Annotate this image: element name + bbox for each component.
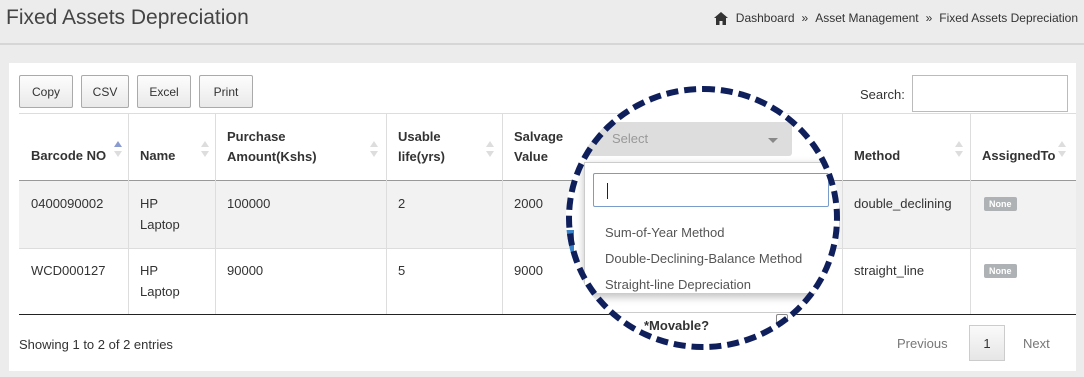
cell-salvage-value: 2000 — [514, 196, 543, 211]
movable-checkbox[interactable] — [776, 314, 788, 326]
cell-method: straight_line — [854, 263, 925, 278]
sort-icon[interactable] — [955, 141, 963, 157]
cell-name: HP Laptop — [140, 263, 180, 299]
column-header-label: AssignedTo — [982, 148, 1056, 163]
zoom-divider — [612, 312, 802, 313]
cell-name: HP Laptop — [140, 196, 180, 232]
breadcrumb: Dashboard » Asset Management » Fixed Ass… — [713, 11, 1078, 25]
column-header-label: Usable life(yrs) — [398, 129, 445, 164]
column-header-label: Purchase Amount(Kshs) — [227, 129, 317, 164]
cell-usable-life: 5 — [398, 263, 406, 278]
sort-icon[interactable] — [201, 141, 209, 157]
page-title: Fixed Assets Depreciation — [6, 6, 249, 29]
column-header-label: Salvage Value — [514, 129, 564, 164]
status-badge: None — [984, 197, 1017, 211]
header-divider — [0, 43, 1084, 45]
column-header-usable-life[interactable]: Usable life(yrs) — [386, 113, 471, 181]
table-bottom-border — [19, 314, 1076, 315]
method-select[interactable]: Select — [588, 122, 792, 156]
column-header-label: Name — [140, 148, 176, 163]
breadcrumb-separator: » — [801, 11, 809, 25]
column-header-barcode[interactable]: Barcode NO — [19, 113, 128, 181]
home-icon[interactable] — [713, 11, 728, 25]
chevron-down-icon[interactable] — [768, 138, 778, 143]
column-header-salvage-value[interactable]: Salvage Value — [502, 113, 572, 181]
breadcrumb-dashboard[interactable]: Dashboard — [736, 11, 795, 25]
dropdown-option-straight-line[interactable]: Straight-line Depreciation — [605, 277, 751, 292]
breadcrumb-current: Fixed Assets Depreciation — [939, 11, 1078, 25]
page-1-button[interactable]: 1 — [969, 325, 1005, 361]
print-button[interactable]: Print — [199, 75, 253, 108]
select-placeholder: Select — [612, 131, 649, 146]
sort-icon[interactable] — [486, 141, 494, 157]
column-header-purchase-amount[interactable]: Purchase Amount(Kshs) — [215, 113, 365, 181]
search-label: Search: — [860, 87, 905, 102]
cell-barcode: WCD000127 — [31, 263, 106, 278]
zoom-callout: Select Sum-of-Year Method Double-Declini… — [566, 86, 840, 350]
zoom-accent-left — [566, 230, 574, 276]
cell-purchase-amount: 100000 — [227, 196, 271, 211]
sort-icon[interactable] — [370, 141, 378, 157]
column-header-label: Method — [854, 148, 901, 163]
status-badge: None — [984, 264, 1017, 278]
csv-button[interactable]: CSV — [81, 75, 129, 108]
table-panel: Copy CSV Excel Print Search: Barcode NO … — [9, 63, 1076, 371]
breadcrumb-asset-management[interactable]: Asset Management — [815, 11, 918, 25]
cell-salvage-value: 9000 — [514, 263, 543, 278]
dropdown-option-sum-of-year[interactable]: Sum-of-Year Method — [605, 225, 724, 240]
method-dropdown: Sum-of-Year Method Double-Declining-Bala… — [584, 162, 840, 294]
column-header-assigned-to[interactable]: AssignedTo — [970, 113, 1066, 181]
zoom-divider — [612, 312, 613, 342]
excel-button[interactable]: Excel — [137, 75, 191, 108]
next-page-button[interactable]: Next — [1023, 336, 1050, 351]
movable-label: *Movable? — [644, 318, 710, 333]
sort-asc-icon[interactable] — [114, 141, 122, 157]
column-header-method[interactable]: Method — [842, 113, 970, 181]
cell-purchase-amount: 90000 — [227, 263, 264, 278]
text-cursor — [607, 183, 608, 199]
breadcrumb-separator: » — [925, 11, 933, 25]
dropdown-option-double-declining[interactable]: Double-Declining-Balance Method — [605, 251, 802, 266]
sort-icon[interactable] — [1058, 141, 1066, 157]
cell-method: double_declining — [854, 196, 952, 211]
cell-usable-life: 2 — [398, 196, 406, 211]
table-info: Showing 1 to 2 of 2 entries — [19, 337, 173, 352]
search-input[interactable] — [912, 75, 1068, 112]
dropdown-search-input[interactable] — [593, 173, 829, 207]
copy-button[interactable]: Copy — [19, 75, 73, 108]
column-header-label: Barcode NO — [31, 148, 107, 163]
row-divider — [19, 248, 1076, 249]
previous-page-button[interactable]: Previous — [897, 336, 948, 351]
cell-barcode: 0400090002 — [31, 196, 104, 211]
